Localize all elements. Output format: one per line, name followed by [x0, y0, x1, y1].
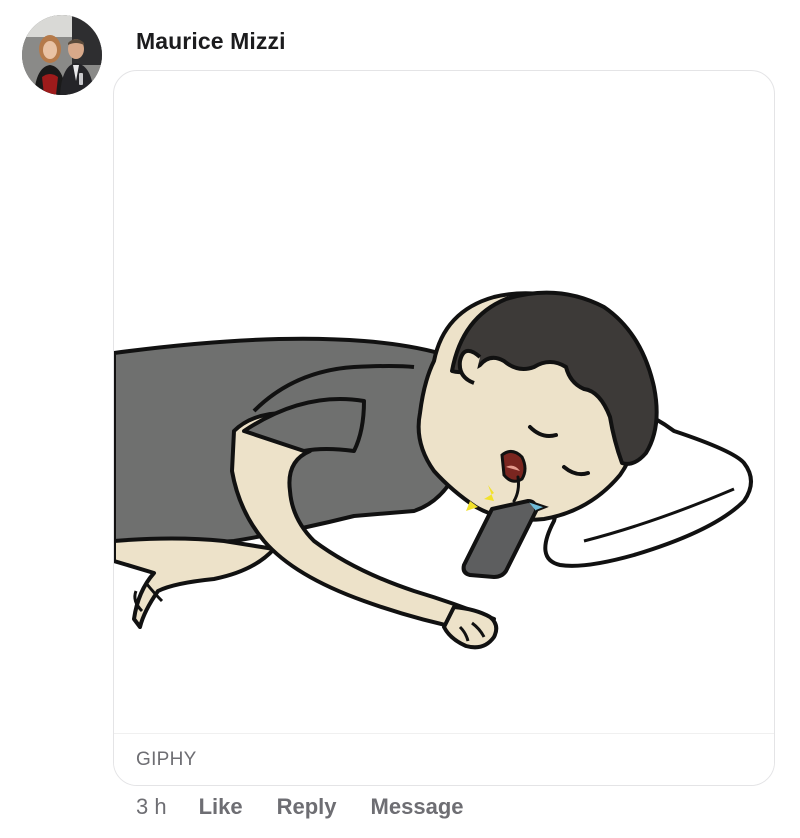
timestamp: 3 h: [136, 794, 167, 819]
phone-shape: [461, 499, 538, 579]
hand-shape: [442, 605, 499, 650]
message-button[interactable]: Message: [371, 794, 464, 820]
back-arm-shape: [114, 536, 276, 629]
gif-footer: GIPHY: [114, 733, 774, 785]
gif-attachment[interactable]: GIPHY: [113, 70, 775, 786]
like-button[interactable]: Like: [199, 794, 243, 820]
gif-image: [114, 290, 753, 650]
comment-actions: 3 h Like Reply Message: [136, 792, 498, 822]
comment-view: Maurice Mizzi GIPHY 3 h Like Reply Messa…: [0, 0, 800, 838]
author-name[interactable]: Maurice Mizzi: [136, 28, 286, 55]
reply-button[interactable]: Reply: [277, 794, 337, 820]
gif-source-label[interactable]: GIPHY: [136, 749, 197, 771]
avatar[interactable]: [22, 15, 102, 95]
avatar-photo: [22, 15, 102, 95]
